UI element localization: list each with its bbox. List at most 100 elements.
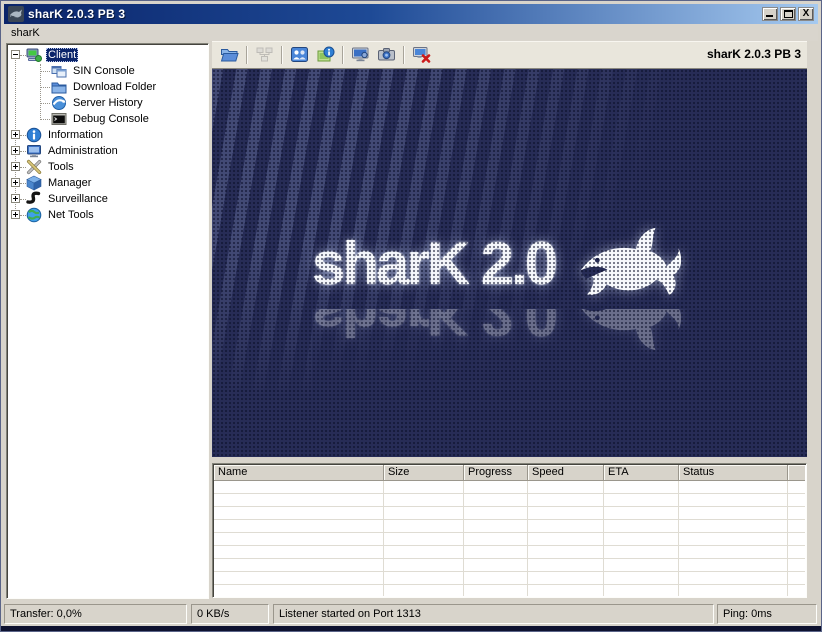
tree-connector-stub: [20, 199, 26, 200]
column-header-size[interactable]: Size: [384, 465, 464, 481]
banner: sharK 2.0 sharK 2.0: [212, 68, 807, 457]
column-header-progress[interactable]: Progress: [464, 465, 528, 481]
column-header-status[interactable]: Status: [679, 465, 788, 481]
tree-item-server-history[interactable]: Server History: [7, 95, 208, 111]
menu-bar: sharK: [4, 24, 818, 41]
tree-connector-stub: [20, 167, 26, 168]
column-header-eta[interactable]: ETA: [604, 465, 679, 481]
maximize-icon: [784, 10, 793, 18]
expand-icon[interactable]: [11, 210, 20, 219]
tree-item-label: Manager: [46, 176, 93, 190]
expand-icon[interactable]: [11, 178, 20, 187]
expand-icon[interactable]: [11, 194, 20, 203]
window-bottom-edge: [1, 626, 821, 631]
surveillance-icon: [26, 191, 42, 207]
window-title: sharK 2.0.3 PB 3: [28, 7, 762, 21]
tree-connector-stub: [40, 71, 50, 72]
tree-connector-stub: [20, 215, 26, 216]
users-button[interactable]: [286, 44, 312, 66]
information-button[interactable]: [312, 44, 338, 66]
collapse-icon[interactable]: [11, 50, 20, 59]
manager-icon: [26, 175, 42, 191]
menu-item-shark[interactable]: sharK: [4, 26, 47, 40]
close-icon: X: [799, 8, 813, 20]
disconnect-icon: [412, 46, 431, 63]
tree-item-debug-console[interactable]: Debug Console: [7, 111, 208, 127]
tree-item-administration[interactable]: Administration: [7, 143, 208, 159]
network-builder-icon: [255, 46, 274, 63]
tree-item-manager[interactable]: Manager: [7, 175, 208, 191]
remote-desktop-button[interactable]: [347, 44, 373, 66]
status-message: Listener started on Port 1313: [273, 604, 714, 624]
tree-item-label: SIN Console: [71, 64, 137, 78]
status-transfer: Transfer: 0,0%: [4, 604, 187, 624]
shark-app-icon: [8, 6, 24, 22]
app-window: sharK 2.0.3 PB 3 X sharK Client SIN Conso…: [0, 0, 822, 632]
column-header-name[interactable]: Name: [214, 465, 384, 481]
tree-connector-stub: [40, 87, 50, 88]
table-header-row: NameSizeProgressSpeedETAStatus: [214, 465, 805, 481]
table-gridline: [383, 481, 384, 596]
tree-item-label: Debug Console: [71, 112, 151, 126]
tree-item-surveillance[interactable]: Surveillance: [7, 191, 208, 207]
main-panel: sharK 2.0.3 PB 3 sharK 2.0 sharK 2.0 Nam…: [212, 41, 807, 599]
expand-icon[interactable]: [11, 130, 20, 139]
tree-item-label: Client: [46, 48, 78, 62]
administration-icon: [26, 143, 42, 159]
maximize-button[interactable]: [780, 7, 796, 21]
transfer-table[interactable]: NameSizeProgressSpeedETAStatus: [212, 463, 807, 598]
users-icon: [290, 46, 309, 63]
toolbar-separator: [342, 46, 343, 64]
column-header-speed[interactable]: Speed: [528, 465, 604, 481]
shark-logo-icon: [569, 215, 681, 311]
table-gridline: [603, 481, 604, 596]
tree-item-label: Administration: [46, 144, 120, 158]
window-controls: X: [762, 7, 814, 21]
version-label: sharK 2.0.3 PB 3: [707, 41, 801, 68]
tree-item-download-folder[interactable]: Download Folder: [7, 79, 208, 95]
minimize-button[interactable]: [762, 7, 778, 21]
table-gridline: [527, 481, 528, 596]
sin-console-icon: [51, 63, 67, 79]
logo-text: sharK 2.0: [312, 229, 555, 298]
column-header-filler: [788, 465, 805, 481]
tree-item-label: Server History: [71, 96, 145, 110]
webcam-button[interactable]: [373, 44, 399, 66]
camera-icon: [377, 46, 396, 63]
table-gridline: [463, 481, 464, 596]
tree-connector-stub: [20, 55, 26, 56]
download-folder-button[interactable]: [216, 44, 242, 66]
shark-logo-icon-reflection: [569, 309, 681, 363]
tree-connector-stub: [20, 135, 26, 136]
disconnect-button[interactable]: [408, 44, 434, 66]
tree-item-sin-console[interactable]: SIN Console: [7, 63, 208, 79]
debug-console-icon: [51, 111, 67, 127]
expand-icon[interactable]: [11, 162, 20, 171]
server-builder-button: [251, 44, 277, 66]
toolbar-separator: [403, 46, 404, 64]
status-ping: Ping: 0ms: [717, 604, 817, 624]
tree-item-label: Tools: [46, 160, 76, 174]
logo: sharK 2.0: [312, 215, 681, 311]
minimize-icon: [766, 15, 773, 17]
tree-item-client[interactable]: Client: [7, 47, 208, 63]
download-folder-icon: [51, 79, 67, 95]
table-gridline: [787, 481, 788, 596]
tree-item-label: Information: [46, 128, 105, 142]
tree-item-label: Download Folder: [71, 80, 158, 94]
tree-connector-stub: [40, 119, 50, 120]
toolbar-separator: [246, 46, 247, 64]
tree-item-tools[interactable]: Tools: [7, 159, 208, 175]
tree-item-net-tools[interactable]: Net Tools: [7, 207, 208, 223]
tree-item-information[interactable]: Information: [7, 127, 208, 143]
expand-icon[interactable]: [11, 146, 20, 155]
navigation-tree[interactable]: Client SIN Console Download Folder Server H…: [6, 43, 209, 599]
table-body: [214, 481, 805, 596]
tree-connector-stub: [40, 103, 50, 104]
info-upload-icon: [316, 46, 335, 63]
title-bar[interactable]: sharK 2.0.3 PB 3 X: [4, 4, 818, 24]
client-icon: [26, 47, 42, 63]
net-tools-icon: [26, 207, 42, 223]
toolbar-separator: [281, 46, 282, 64]
close-button[interactable]: X: [798, 7, 814, 21]
